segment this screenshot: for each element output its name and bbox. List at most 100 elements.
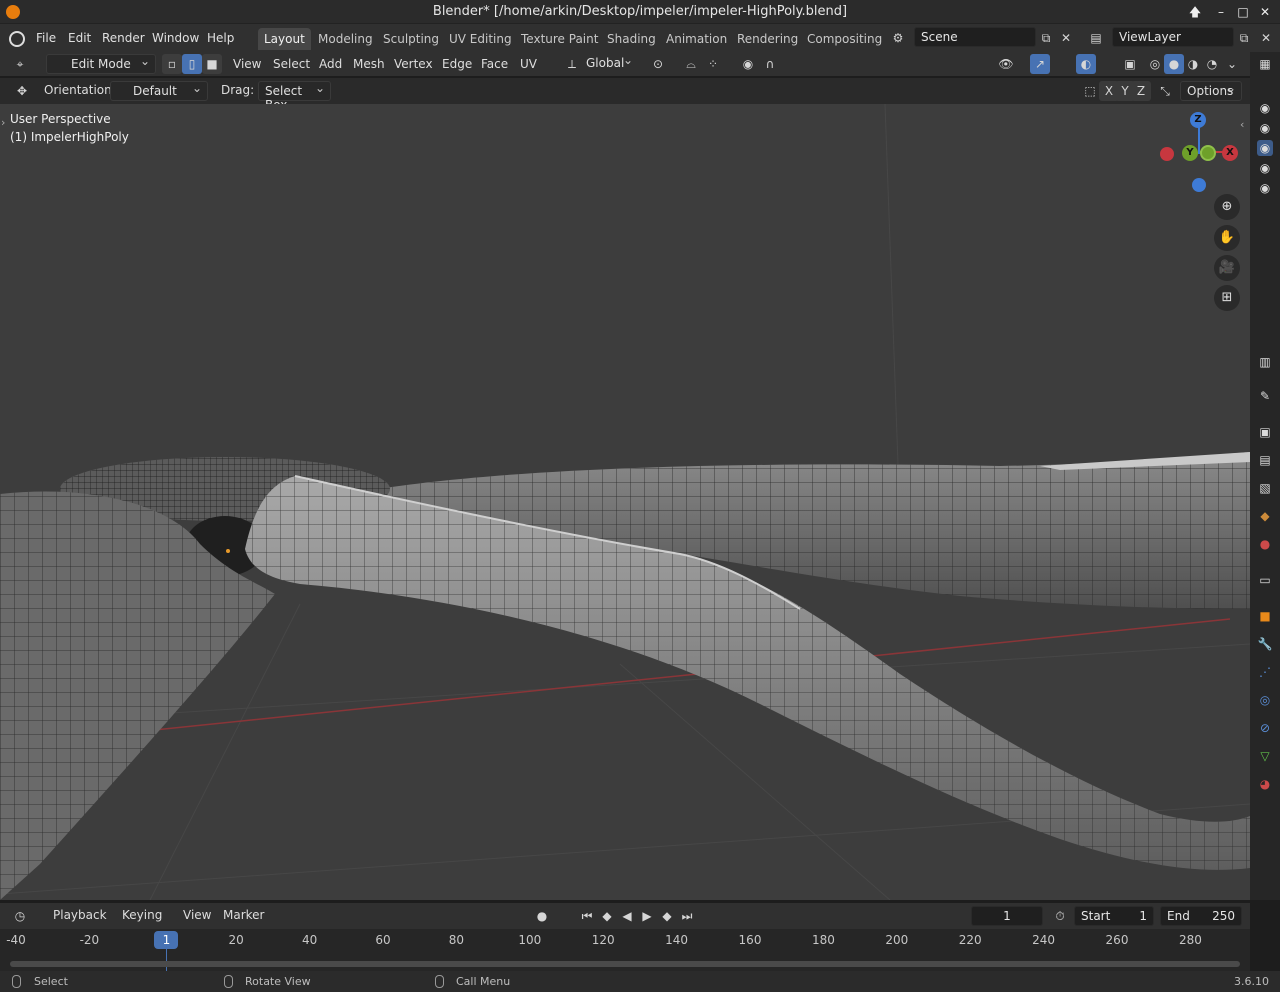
options-dropdown[interactable]: Options: [1180, 81, 1242, 101]
jump-end-icon[interactable]: ⏭: [677, 906, 697, 926]
gizmo-neg-z[interactable]: [1192, 178, 1206, 192]
xray-toggle-icon[interactable]: ▣: [1120, 54, 1140, 74]
falloff-icon[interactable]: ∩: [760, 54, 780, 74]
physics-properties-icon[interactable]: ◎: [1257, 692, 1273, 708]
constraints-properties-icon[interactable]: ⊘: [1257, 720, 1273, 736]
timeline-scrollbar[interactable]: [10, 961, 1240, 967]
wireframe-shading-icon[interactable]: ◎: [1145, 54, 1165, 74]
menu-vertex[interactable]: Vertex: [394, 57, 433, 71]
mirror-icon[interactable]: ⬚: [1080, 81, 1100, 101]
menu-marker[interactable]: Marker: [223, 908, 264, 922]
3d-viewport[interactable]: User Perspective (1) ImpelerHighPoly Z Y…: [0, 104, 1250, 900]
visibility-icon[interactable]: 👁: [996, 54, 1016, 74]
menu-mesh[interactable]: Mesh: [353, 57, 385, 71]
play-icon[interactable]: ▶: [637, 906, 657, 926]
remove-view-layer-icon[interactable]: ✕: [1256, 28, 1276, 48]
rendered-shading-icon[interactable]: ◔: [1202, 54, 1222, 74]
face-select-icon[interactable]: ■: [202, 54, 222, 74]
orientation-dropdown[interactable]: Default: [110, 81, 208, 101]
navigation-gizmo[interactable]: Z Y X: [1158, 112, 1242, 196]
transform-orientation-dropdown[interactable]: Global: [580, 53, 638, 74]
gizmo-z-axis[interactable]: Z: [1190, 112, 1206, 128]
pan-hand-icon[interactable]: ✋: [1214, 225, 1240, 251]
tab-uv-editing[interactable]: UV Editing: [443, 28, 518, 50]
menu-view[interactable]: View: [233, 57, 261, 71]
tab-modeling[interactable]: Modeling: [312, 28, 379, 50]
menu-render[interactable]: Render: [102, 31, 145, 45]
zoom-icon[interactable]: ⊕: [1214, 194, 1240, 220]
particles-properties-icon[interactable]: ⋰: [1257, 664, 1273, 680]
menu-help[interactable]: Help: [207, 31, 234, 45]
solid-shading-icon[interactable]: ●: [1164, 54, 1184, 74]
tool-properties-icon[interactable]: ✎: [1257, 388, 1273, 404]
next-keyframe-icon[interactable]: ◆: [657, 906, 677, 926]
gizmo-toggle-icon[interactable]: ↗: [1030, 54, 1050, 74]
perspective-toggle-icon[interactable]: ⊞: [1214, 285, 1240, 311]
viewport-collapse-icon[interactable]: ‹: [1240, 118, 1244, 131]
raise-window-button[interactable]: 🡅: [1186, 3, 1204, 21]
prev-keyframe-icon[interactable]: ◆: [597, 906, 617, 926]
camera-view-icon[interactable]: 🎥: [1214, 255, 1240, 281]
modifier-properties-icon[interactable]: 🔧: [1257, 636, 1273, 652]
start-frame-field[interactable]: Start 1: [1074, 906, 1154, 926]
data-properties-icon[interactable]: ▽: [1257, 748, 1273, 764]
tab-shading[interactable]: Shading: [601, 28, 662, 50]
view-layer-selector-icon[interactable]: ▤: [1086, 28, 1106, 48]
current-frame-field[interactable]: 1: [971, 906, 1043, 926]
jump-start-icon[interactable]: ⏮: [577, 906, 597, 926]
tab-texture-paint[interactable]: Texture Paint: [515, 28, 604, 50]
world-properties-icon[interactable]: ●: [1257, 536, 1273, 552]
material-properties-icon[interactable]: ◕: [1257, 776, 1273, 792]
menu-keying[interactable]: Keying: [122, 908, 162, 922]
camera-icon[interactable]: ◉: [1257, 100, 1273, 116]
camera-icon[interactable]: ◉: [1257, 160, 1273, 176]
pivot-point-icon[interactable]: ⊙: [648, 54, 668, 74]
scene-properties-icon[interactable]: ◆: [1257, 508, 1273, 524]
menu-playback[interactable]: Playback: [53, 908, 107, 922]
properties-toggle-icon[interactable]: ▦: [1257, 56, 1273, 72]
edge-select-icon[interactable]: ▯: [182, 54, 202, 74]
scene-selector-icon[interactable]: ⚙: [888, 28, 908, 48]
gizmo-y-axis[interactable]: Y: [1182, 145, 1198, 161]
new-view-layer-icon[interactable]: ⧉: [1234, 28, 1254, 48]
shading-options-icon[interactable]: ⌄: [1222, 54, 1242, 74]
menu-face[interactable]: Face: [481, 57, 508, 71]
record-icon[interactable]: ●: [532, 906, 552, 926]
drag-dropdown[interactable]: Select Box: [258, 81, 331, 112]
end-frame-field[interactable]: End 250: [1160, 906, 1242, 926]
viewport-scene[interactable]: [0, 104, 1250, 900]
snap-toggle-icon[interactable]: ⌓: [681, 54, 701, 74]
tab-animation[interactable]: Animation: [660, 28, 733, 50]
menu-timeline-view[interactable]: View: [183, 908, 211, 922]
proportional-edit-icon[interactable]: ◉: [738, 54, 758, 74]
tab-sculpting[interactable]: Sculpting: [377, 28, 445, 50]
play-reverse-icon[interactable]: ◀: [617, 906, 637, 926]
gizmo-x-axis[interactable]: X: [1222, 145, 1238, 161]
menu-edge[interactable]: Edge: [442, 57, 472, 71]
minimize-button[interactable]: –: [1212, 3, 1230, 21]
mode-dropdown[interactable]: Edit Mode: [46, 54, 156, 74]
menu-file[interactable]: File: [36, 31, 56, 45]
mirror-z-button[interactable]: Z: [1131, 81, 1151, 101]
toolbar-expand-icon[interactable]: ›: [1, 116, 5, 129]
auto-merge-icon[interactable]: ⤡: [1155, 81, 1175, 101]
blender-menu-icon[interactable]: [9, 31, 25, 47]
scene-field[interactable]: Scene: [914, 27, 1036, 47]
close-button[interactable]: ✕: [1256, 3, 1274, 21]
menu-add[interactable]: Add: [319, 57, 342, 71]
vertex-select-icon[interactable]: ▫: [162, 54, 182, 74]
camera-icon[interactable]: ◉: [1257, 140, 1273, 156]
maximize-button[interactable]: □: [1234, 3, 1252, 21]
timeline-area[interactable]: -40 -20 1 20 40 60 80 100 120 140 160 180 200 220 240 2…: [0, 929, 1250, 971]
menu-select[interactable]: Select: [273, 57, 310, 71]
timeline-editor-type-icon[interactable]: ◷: [10, 906, 30, 926]
menu-window[interactable]: Window: [152, 31, 199, 45]
tab-rendering[interactable]: Rendering: [731, 28, 804, 50]
editor-type-icon[interactable]: ⌖: [10, 54, 30, 74]
view-layer-field[interactable]: ViewLayer: [1112, 27, 1234, 47]
camera-icon[interactable]: ◉: [1257, 120, 1273, 136]
properties-editor-icon[interactable]: ▥: [1257, 354, 1273, 370]
snap-target-icon[interactable]: ⁘: [703, 54, 723, 74]
collection-properties-icon[interactable]: ▭: [1257, 572, 1273, 588]
frame-ruler[interactable]: -40 -20 1 20 40 60 80 100 120 140 160 180 200 220 240 2…: [0, 929, 1250, 951]
